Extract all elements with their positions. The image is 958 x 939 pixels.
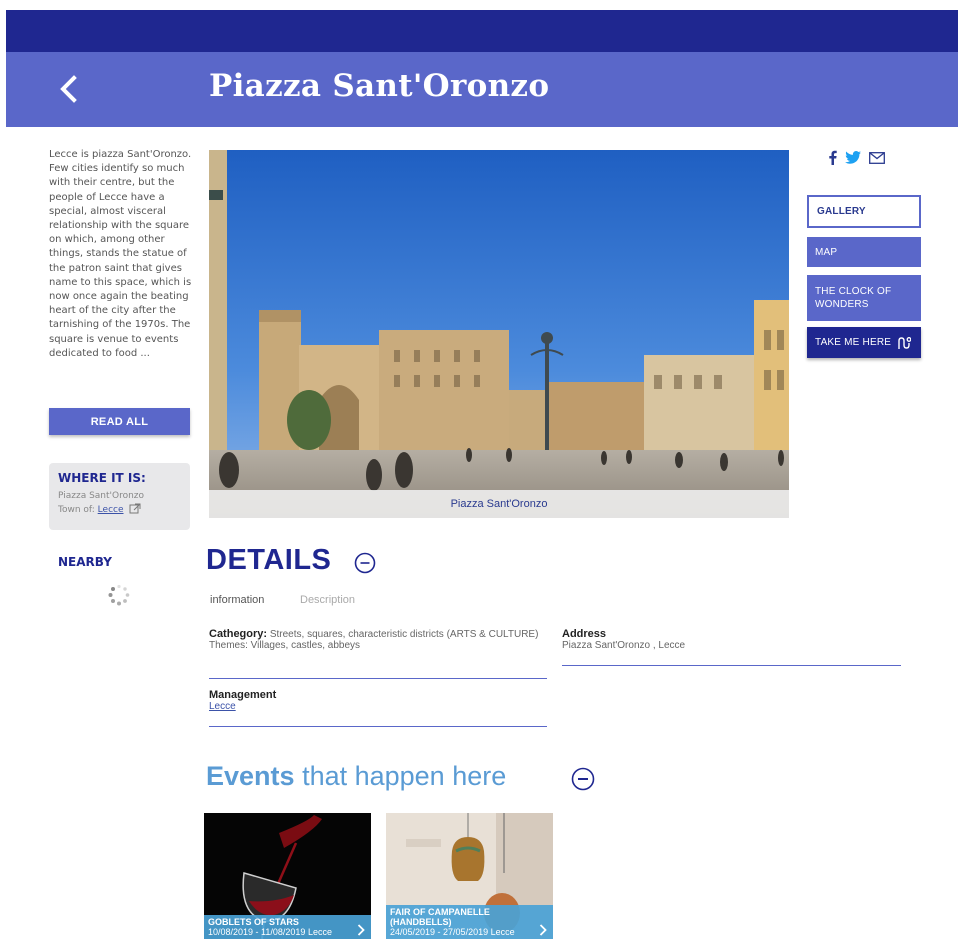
- address-field: Address Piazza Sant'Oronzo , Lecce: [562, 629, 901, 666]
- hero-photo[interactable]: Piazza Sant'Oronzo: [209, 150, 789, 518]
- management-label: Management: [209, 689, 277, 701]
- category-value: Streets, squares, characteristic distric…: [269, 629, 539, 640]
- twitter-icon[interactable]: [845, 151, 861, 164]
- events-title: Events that happen here: [206, 761, 506, 792]
- hero-caption: Piazza Sant'Oronzo: [209, 490, 789, 518]
- event-label: FAIR OF CAMPANELLE (HANDBELLS) 24/05/201…: [386, 905, 553, 939]
- event-title: GOBLETS OF STARS: [208, 917, 299, 927]
- event-card[interactable]: FAIR OF CAMPANELLE (HANDBELLS) 24/05/201…: [386, 813, 553, 939]
- tab-description[interactable]: Description: [300, 594, 355, 606]
- share-icons: [828, 150, 885, 165]
- town-label: Town of:: [58, 505, 95, 515]
- event-dates: 10/08/2019 - 11/08/2019: [208, 927, 306, 937]
- where-it-is-box: WHERE IT IS: Piazza Sant'Oronzo Town of:…: [49, 463, 190, 530]
- event-date-place: 10/08/2019 - 11/08/2019 Lecce: [208, 927, 367, 938]
- mail-icon[interactable]: [869, 151, 885, 164]
- event-card[interactable]: GOBLETS OF STARS 10/08/2019 - 11/08/2019…: [204, 813, 371, 939]
- piazza-photo: [209, 150, 789, 518]
- chevron-right-icon: [539, 924, 547, 936]
- nearby-title: NEARBY: [58, 555, 112, 569]
- category-field: Cathegory: Streets, squares, characteris…: [209, 629, 547, 679]
- event-date-place: 24/05/2019 - 27/05/2019 Lecce: [390, 927, 549, 938]
- external-link-icon[interactable]: [129, 503, 141, 514]
- back-arrow-icon: [60, 75, 77, 103]
- event-label: GOBLETS OF STARS 10/08/2019 - 11/08/2019…: [204, 915, 371, 939]
- address-value: Piazza Sant'Oronzo , Lecce: [562, 640, 686, 651]
- take-me-here-button[interactable]: TAKE ME HERE: [807, 327, 921, 358]
- events-collapse-icon[interactable]: [571, 767, 595, 791]
- page-header: Piazza Sant'Oronzo: [6, 52, 958, 127]
- clock-of-wonders-button[interactable]: THE CLOCK OF WONDERS: [807, 275, 921, 321]
- event-dates: 24/05/2019 - 27/05/2019: [390, 927, 489, 937]
- details-title: DETAILS: [206, 544, 332, 576]
- where-title: WHERE IT IS:: [58, 471, 146, 485]
- tab-information[interactable]: information: [210, 594, 264, 606]
- event-place: Lecce: [307, 927, 332, 937]
- page-title: Piazza Sant'Oronzo: [209, 68, 550, 104]
- where-place: Piazza Sant'Oronzo: [58, 491, 145, 501]
- events-title-bold: Events: [206, 761, 295, 791]
- management-field: Management Lecce: [209, 690, 547, 727]
- read-all-button[interactable]: READ ALL: [49, 408, 190, 435]
- back-button[interactable]: [50, 69, 90, 109]
- event-place: Lecce: [490, 927, 515, 937]
- management-link[interactable]: Lecce: [209, 701, 236, 712]
- intro-text: Lecce is piazza Sant'Oronzo. Few cities …: [49, 149, 192, 359]
- facebook-icon[interactable]: [828, 150, 837, 165]
- top-bar: [6, 10, 958, 52]
- event-title: FAIR OF CAMPANELLE (HANDBELLS): [390, 907, 490, 927]
- gallery-button[interactable]: GALLERY: [807, 195, 921, 228]
- map-button[interactable]: MAP: [807, 237, 921, 267]
- category-label: Cathegory:: [209, 628, 268, 640]
- loading-spinner-icon: [108, 584, 130, 606]
- take-me-here-label: TAKE ME HERE: [815, 337, 892, 348]
- address-label: Address: [562, 628, 607, 640]
- themes-value: Themes: Villages, castles, abbeys: [209, 640, 361, 651]
- town-link[interactable]: Lecce: [98, 505, 124, 515]
- details-collapse-icon[interactable]: [354, 552, 376, 574]
- chevron-right-icon: [357, 924, 365, 936]
- where-town: Town of: Lecce: [58, 503, 181, 517]
- events-title-rest: that happen here: [302, 761, 507, 791]
- route-icon: [898, 336, 912, 349]
